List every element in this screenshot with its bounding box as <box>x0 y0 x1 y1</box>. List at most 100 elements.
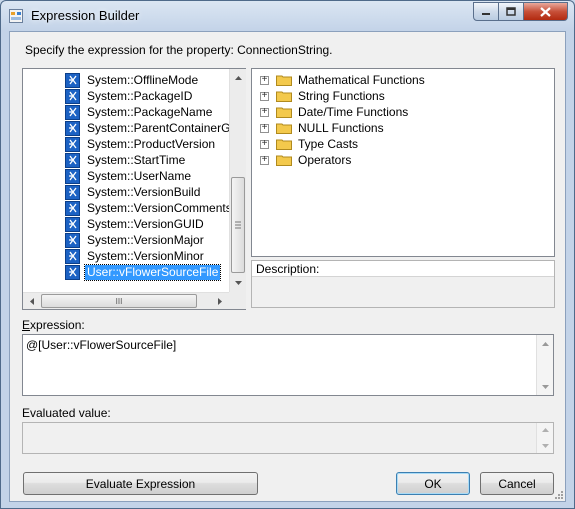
variable-label: System::UserName <box>87 168 192 183</box>
variable-label: System::PackageID <box>87 88 193 103</box>
variable-label: System::VersionBuild <box>87 184 201 199</box>
variables-list: System::OfflineMode System::PackageID Sy… <box>23 69 229 292</box>
variable-icon <box>65 136 80 152</box>
variable-label: System::OfflineMode <box>87 72 199 87</box>
variable-row[interactable]: System::ParentContainerGUID <box>65 120 229 136</box>
expand-plus-icon[interactable]: + <box>260 91 269 101</box>
caption-buttons <box>473 2 568 21</box>
variable-row[interactable]: System::PackageName <box>65 104 214 120</box>
variable-label: System::VersionComments <box>87 200 229 215</box>
function-category-label: String Functions <box>298 89 385 103</box>
variable-icon <box>65 120 80 136</box>
variable-label-selected: User::vFlowerSourceFile <box>83 263 222 281</box>
expression-text: @[User::vFlowerSourceFile] <box>26 338 177 352</box>
variable-label: System::ProductVersion <box>87 136 216 151</box>
variable-icon <box>65 216 80 232</box>
maximize-icon <box>506 7 516 16</box>
expression-builder-window: Expression Builder Specify the expressio… <box>0 0 575 509</box>
expand-plus-icon[interactable]: + <box>260 75 269 85</box>
variables-vertical-scrollbar[interactable] <box>229 69 246 292</box>
function-category-row[interactable]: + String Functions <box>260 88 385 104</box>
close-icon <box>540 6 551 17</box>
dialog-client-area: Specify the expression for the property:… <box>9 31 566 502</box>
variable-icon <box>65 88 80 104</box>
variable-label: System::VersionMajor <box>87 232 204 247</box>
variable-label: System::ParentContainerGUID <box>87 120 229 135</box>
variable-label: System::VersionMinor <box>87 248 204 263</box>
horizontal-scroll-thumb[interactable]: III <box>41 294 197 308</box>
variable-row[interactable]: System::ProductVersion <box>65 136 217 152</box>
expand-plus-icon[interactable]: + <box>260 155 269 165</box>
scrollbar-corner <box>229 292 246 309</box>
variables-tree[interactable]: System::OfflineMode System::PackageID Sy… <box>22 68 246 310</box>
function-category-label: Date/Time Functions <box>298 105 409 119</box>
functions-tree[interactable]: + Mathematical Functions + String Functi… <box>251 68 555 257</box>
cancel-label: Cancel <box>498 476 536 491</box>
variable-row-selected[interactable]: User::vFlowerSourceFile <box>65 263 222 281</box>
folder-icon <box>276 75 292 86</box>
variable-icon <box>65 152 80 168</box>
variable-row[interactable]: System::VersionMajor <box>65 232 206 248</box>
variable-icon <box>65 232 80 248</box>
evaluated-value-label: Evaluated value: <box>22 406 111 420</box>
scroll-grip: III <box>115 296 123 306</box>
expand-plus-icon[interactable]: + <box>260 107 269 117</box>
dialog-app-icon <box>9 9 23 23</box>
variables-horizontal-scrollbar[interactable]: III <box>23 292 229 309</box>
folder-icon <box>276 123 292 134</box>
variable-label: System::PackageName <box>87 104 213 119</box>
title-bar[interactable]: Expression Builder <box>1 1 574 31</box>
scroll-up-arrow-icon[interactable] <box>230 69 247 86</box>
function-category-row[interactable]: + Operators <box>260 152 351 168</box>
resize-grip-icon[interactable] <box>552 488 564 500</box>
evaluated-value-box <box>22 422 554 454</box>
folder-icon <box>276 139 292 150</box>
variable-row[interactable]: System::VersionGUID <box>65 216 206 232</box>
variable-row[interactable]: System::OfflineMode <box>65 72 200 88</box>
scroll-left-arrow-icon[interactable] <box>23 293 40 310</box>
folder-icon <box>276 155 292 166</box>
function-category-label: Mathematical Functions <box>298 73 425 87</box>
scroll-down-arrow-icon[interactable] <box>537 437 554 454</box>
expression-scrollbar[interactable] <box>536 335 553 395</box>
evaluated-scrollbar[interactable] <box>536 423 553 453</box>
folder-icon <box>276 91 292 102</box>
description-header: Description: <box>252 261 554 277</box>
variable-icon <box>65 200 80 216</box>
cancel-button[interactable]: Cancel <box>480 472 554 495</box>
close-button[interactable] <box>524 2 568 21</box>
scroll-down-arrow-icon[interactable] <box>537 378 554 395</box>
variable-row[interactable]: System::VersionMinor <box>65 248 206 264</box>
minimize-button[interactable] <box>473 2 499 21</box>
variable-icon <box>65 264 80 280</box>
scroll-up-arrow-icon[interactable] <box>537 335 554 352</box>
ok-label: OK <box>424 476 442 491</box>
expand-plus-icon[interactable]: + <box>260 123 269 133</box>
variable-label: System::VersionGUID <box>87 216 204 231</box>
variable-row[interactable]: System::UserName <box>65 168 193 184</box>
function-category-row[interactable]: + NULL Functions <box>260 120 384 136</box>
variable-row[interactable]: System::VersionComments <box>65 200 229 216</box>
scroll-right-arrow-icon[interactable] <box>211 293 228 310</box>
function-category-row[interactable]: + Type Casts <box>260 136 358 152</box>
function-category-row[interactable]: + Date/Time Functions <box>260 104 408 120</box>
scroll-down-arrow-icon[interactable] <box>230 274 247 291</box>
function-category-row[interactable]: + Mathematical Functions <box>260 72 425 88</box>
window-title: Expression Builder <box>31 8 140 23</box>
function-category-label: Type Casts <box>298 137 359 151</box>
variable-row[interactable]: System::VersionBuild <box>65 184 202 200</box>
variable-row[interactable]: System::StartTime <box>65 152 187 168</box>
maximize-button[interactable] <box>499 2 524 21</box>
scroll-up-arrow-icon[interactable] <box>537 421 554 438</box>
expression-textbox[interactable]: @[User::vFlowerSourceFile] <box>22 334 554 396</box>
prompt-label: Specify the expression for the property:… <box>25 43 333 57</box>
variable-icon <box>65 104 80 120</box>
expand-plus-icon[interactable]: + <box>260 139 269 149</box>
description-label: Description: <box>256 262 320 276</box>
evaluate-expression-button[interactable]: Evaluate Expression <box>23 472 258 495</box>
ok-button[interactable]: OK <box>396 472 470 495</box>
vertical-scroll-thumb[interactable] <box>231 177 245 273</box>
variable-icon <box>65 248 80 264</box>
variable-row[interactable]: System::PackageID <box>65 88 194 104</box>
function-category-label: NULL Functions <box>298 121 384 135</box>
